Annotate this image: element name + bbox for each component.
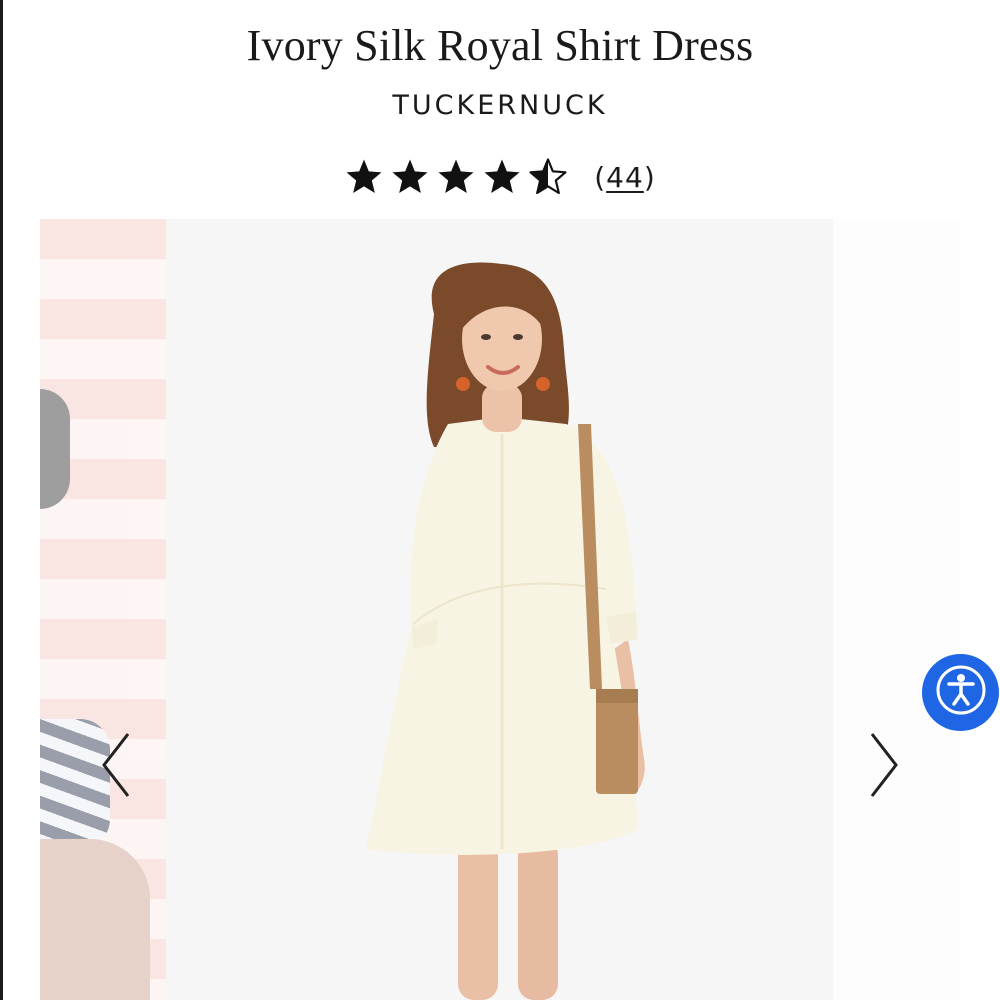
model-earring-right	[536, 377, 550, 391]
star-full-icon	[482, 157, 522, 197]
brand-name[interactable]: TUCKERNUCK	[0, 90, 1000, 121]
rating-row: (44)	[0, 152, 1000, 202]
next-slide-preview	[833, 219, 960, 1000]
chevron-right-icon	[868, 733, 900, 804]
review-count-close-paren: )	[643, 160, 656, 194]
product-image-gallery[interactable]	[40, 219, 960, 1000]
product-title: Ivory Silk Royal Shirt Dress	[246, 21, 754, 70]
review-count-number: 44	[606, 160, 644, 194]
star-full-icon	[390, 157, 430, 197]
gallery-next-button[interactable]	[868, 730, 900, 805]
gallery-prev-button[interactable]	[100, 730, 132, 805]
star-full-icon	[436, 157, 476, 197]
chevron-left-icon	[100, 733, 132, 804]
model-leg-right	[518, 839, 558, 1000]
crossbody-bag	[596, 689, 638, 794]
model-neck	[482, 384, 522, 432]
accessibility-person-icon	[935, 664, 987, 721]
star-full-icon	[344, 157, 384, 197]
model-earring-left	[456, 377, 470, 391]
star-rating	[344, 157, 568, 197]
star-half-icon	[528, 157, 568, 197]
previous-slide-hair	[40, 389, 70, 509]
previous-slide-arm	[40, 839, 150, 1000]
page-left-edge	[0, 0, 3, 1000]
model-leg-left	[458, 839, 498, 1000]
accessibility-button[interactable]	[922, 654, 999, 731]
model-photo	[166, 219, 833, 1000]
main-product-image[interactable]	[166, 219, 833, 1000]
review-count-open-paren: (	[594, 160, 607, 194]
review-count-link[interactable]: (44)	[594, 161, 656, 194]
previous-slide-preview	[40, 219, 166, 1000]
